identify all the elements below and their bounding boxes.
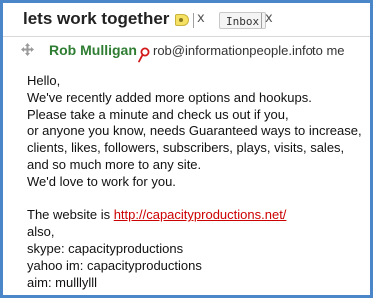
website-line: The website is http://capacityproduction… [27, 207, 369, 224]
move-drag-icon[interactable] [21, 43, 34, 56]
sender-email[interactable]: rob@informationpeople.info [153, 43, 313, 58]
body-line: also, [27, 224, 55, 240]
body-line: aim: mulllylll [27, 274, 98, 290]
body-line: and so much more to any site. [27, 156, 202, 172]
email-subject: lets work together [23, 9, 170, 28]
divider [261, 13, 262, 28]
inbox-label-chip[interactable]: Inbox [219, 12, 267, 29]
body-line: yahoo im: capacityproductions [27, 257, 202, 273]
email-header: lets work together x Inbox x [3, 3, 370, 37]
website-prefix: The website is [27, 207, 114, 223]
body-line: Please take a minute and check us out if… [27, 106, 289, 122]
body-greeting: Hello, [27, 73, 61, 88]
email-view-frame: lets work together x Inbox x Rob Mulliga… [0, 0, 373, 298]
website-link[interactable]: http://capacityproductions.net/ [114, 207, 287, 222]
body-line: clients, likes, followers, subscribers, … [27, 140, 345, 156]
label-tag-icon[interactable] [175, 14, 189, 26]
body-line: We've recently added more options and ho… [27, 89, 312, 105]
email-body: Hello, We've recently added more options… [27, 73, 369, 291]
recipient-label: to me [312, 43, 345, 58]
pin-icon [138, 47, 150, 63]
remove-label-icon[interactable]: x [197, 11, 205, 26]
body-line: We'd love to work for you. [27, 173, 176, 189]
remove-inbox-label-icon[interactable]: x [265, 11, 273, 26]
sender-name[interactable]: Rob Mulligan [49, 42, 137, 58]
body-line: skype: capacityproductions [27, 240, 184, 256]
sender-row: Rob Mulligan rob@informationpeople.info … [3, 41, 370, 63]
body-line: or anyone you know, needs Guaranteed way… [27, 123, 362, 139]
divider [193, 13, 194, 28]
